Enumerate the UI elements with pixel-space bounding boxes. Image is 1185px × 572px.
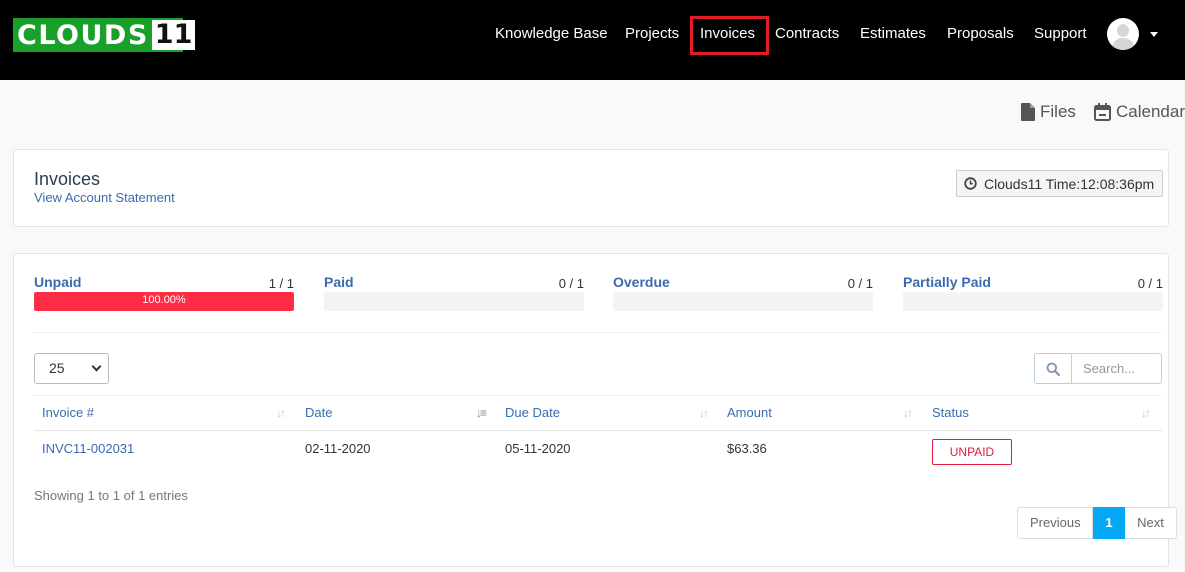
brand-logo[interactable]: CLOUDS 11: [13, 18, 196, 52]
column-header-date[interactable]: Date: [305, 396, 332, 430]
calendar-link-label: Calendar: [1116, 102, 1185, 121]
sort-icon[interactable]: ↓↑: [903, 406, 913, 420]
nav-knowledge-base[interactable]: Knowledge Base: [495, 24, 608, 44]
table-header-border: [34, 430, 1162, 431]
files-link-label: Files: [1040, 102, 1076, 121]
page-length-value: 25: [49, 360, 65, 376]
nav-proposals[interactable]: Proposals: [947, 24, 1014, 44]
avatar-head-shape: [1117, 24, 1129, 37]
stat-count: 1 / 1: [268, 276, 294, 291]
invoice-date: 02-11-2020: [305, 441, 371, 456]
stat-partially-paid[interactable]: Partially Paid 0 / 1: [903, 274, 1163, 314]
sort-icon[interactable]: ↓↑: [699, 406, 709, 420]
stat-progress-bar: 100.00%: [34, 292, 294, 311]
table-top-border: [34, 395, 1162, 396]
stat-count: 0 / 1: [1137, 276, 1163, 291]
stat-count: 0 / 1: [847, 276, 873, 291]
invoices-header-panel: Invoices View Account Statement Clouds11…: [13, 149, 1169, 227]
stat-paid[interactable]: Paid 0 / 1: [324, 274, 584, 314]
sort-icon[interactable]: ↓↑: [276, 406, 286, 420]
calendar-link[interactable]: Calendar: [1094, 102, 1185, 122]
clock-icon: [964, 177, 977, 190]
invoices-main-panel: Unpaid 1 / 1 100.00% Paid 0 / 1 Overdue …: [13, 253, 1177, 567]
status-badge: UNPAID: [932, 439, 1012, 465]
files-link[interactable]: Files: [1021, 102, 1076, 122]
pagination-next-button[interactable]: Next: [1125, 507, 1177, 539]
stat-progress-bar: [324, 292, 584, 311]
column-header-due-date[interactable]: Due Date: [505, 396, 560, 430]
user-avatar[interactable]: [1107, 18, 1139, 50]
search-input[interactable]: Search...: [1071, 353, 1162, 384]
column-header-amount[interactable]: Amount: [727, 396, 772, 430]
pagination-previous-button[interactable]: Previous: [1017, 507, 1093, 539]
nav-support[interactable]: Support: [1034, 24, 1087, 44]
user-menu-caret-icon[interactable]: [1150, 32, 1158, 37]
invoice-due-date: 05-11-2020: [505, 441, 571, 456]
nav-estimates[interactable]: Estimates: [860, 24, 926, 44]
page-length-select[interactable]: 25: [34, 353, 109, 384]
top-navbar: CLOUDS 11 Knowledge Base Projects Invoic…: [0, 0, 1185, 80]
stat-label: Overdue: [613, 274, 670, 290]
search-icon: [1046, 362, 1060, 376]
brand-logo-number: 11: [151, 20, 196, 50]
stat-label: Unpaid: [34, 274, 82, 290]
stat-unpaid[interactable]: Unpaid 1 / 1 100.00%: [34, 274, 294, 314]
invoice-number-link[interactable]: INVC11-002031: [42, 441, 134, 456]
page-title: Invoices: [34, 169, 101, 189]
brand-logo-text: CLOUDS: [17, 19, 149, 51]
stat-progress-bar: [903, 292, 1163, 311]
pagination: Previous 1 Next: [1017, 507, 1177, 539]
stats-divider: [34, 332, 1162, 333]
stat-overdue[interactable]: Overdue 0 / 1: [613, 274, 873, 314]
avatar-body-shape: [1112, 38, 1134, 50]
pagination-page-button[interactable]: 1: [1093, 507, 1125, 539]
chevron-down-icon: [91, 361, 102, 372]
company-time-display: Clouds11 Time:12:08:36pm: [956, 170, 1163, 197]
nav-invoices[interactable]: Invoices: [700, 24, 755, 44]
invoice-amount: $63.36: [727, 441, 767, 456]
sort-desc-icon[interactable]: ↓≡: [476, 406, 487, 420]
calendar-icon: [1094, 103, 1111, 121]
view-account-statement-link[interactable]: View Account Statement: [34, 190, 175, 205]
nav-projects[interactable]: Projects: [625, 24, 679, 44]
stat-percent: 100.00%: [142, 294, 186, 306]
table-info: Showing 1 to 1 of 1 entries: [34, 488, 188, 503]
stat-label: Partially Paid: [903, 274, 991, 290]
file-icon: [1021, 103, 1035, 121]
search-button[interactable]: [1034, 353, 1072, 384]
column-header-invoice[interactable]: Invoice #: [42, 396, 94, 430]
nav-contracts[interactable]: Contracts: [775, 24, 839, 44]
column-header-status[interactable]: Status: [932, 396, 969, 430]
company-time-text: Clouds11 Time:12:08:36pm: [984, 175, 1155, 192]
sort-icon[interactable]: ↓↑: [1141, 406, 1151, 420]
stat-label: Paid: [324, 274, 354, 290]
stat-count: 0 / 1: [558, 276, 584, 291]
stat-progress-bar: [613, 292, 873, 311]
